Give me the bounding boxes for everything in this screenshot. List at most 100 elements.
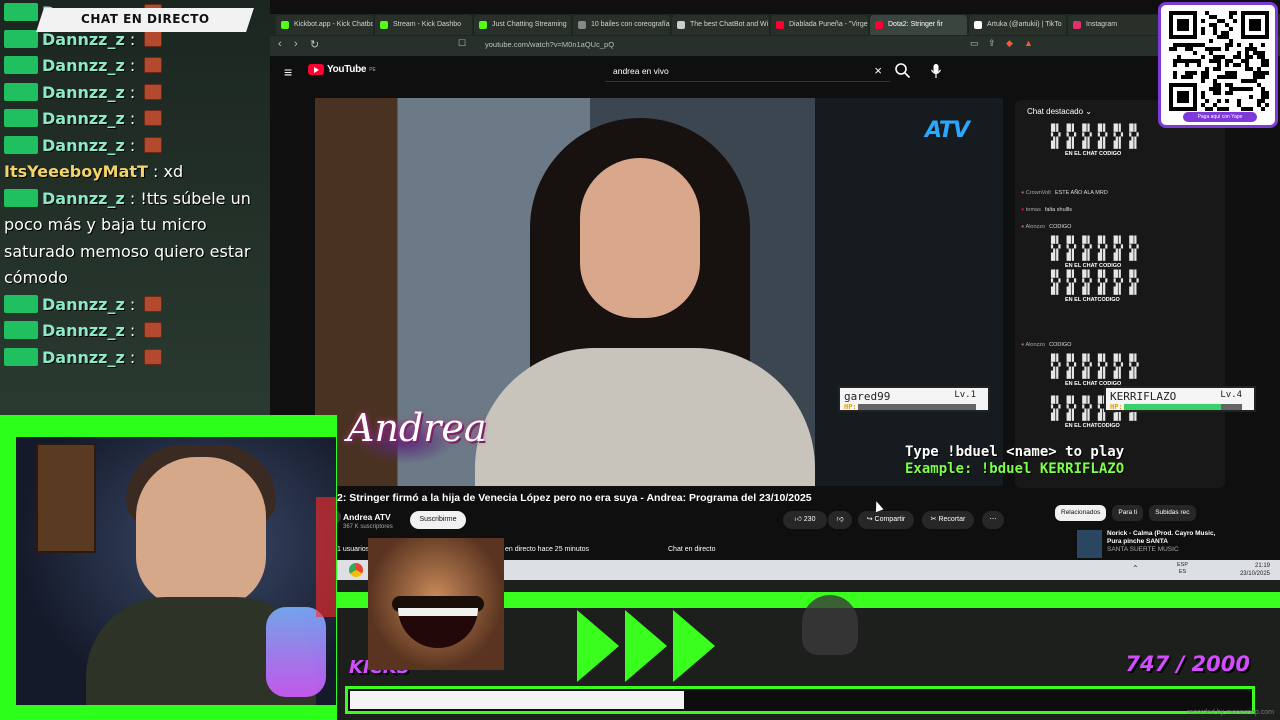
share-arrow-icon: ↪ bbox=[866, 516, 875, 523]
browser-tab[interactable]: The best ChatBot and Wi bbox=[672, 15, 769, 35]
qr-module bbox=[1233, 11, 1237, 15]
subscriber-badge-icon bbox=[4, 82, 38, 101]
chevron-decoration bbox=[577, 610, 715, 682]
emote-icon bbox=[144, 136, 163, 153]
browser-tab[interactable]: Artuka (@artukii) | TikTo bbox=[969, 15, 1066, 35]
extensions-icon[interactable]: ▭ bbox=[970, 38, 979, 49]
chevron-1 bbox=[577, 610, 619, 682]
qr-module bbox=[1225, 47, 1229, 51]
qr-module bbox=[1213, 55, 1217, 59]
search-input[interactable]: andrea en vivo bbox=[613, 66, 669, 76]
url-field[interactable]: youtube.com/watch?v=M0n1aQUc_pQ bbox=[485, 40, 614, 49]
video-player[interactable]: ATV Andrea bbox=[315, 98, 1003, 486]
qr-module bbox=[1245, 59, 1249, 63]
qr-module bbox=[1225, 99, 1229, 103]
browser-tab[interactable]: Stream - Kick Dashbo bbox=[375, 15, 472, 35]
yape-qr-code: Paga aquí con Yape bbox=[1158, 2, 1278, 128]
more-actions-button[interactable]: ⋯ bbox=[982, 511, 1004, 529]
browser-tab[interactable]: Instagram bbox=[1068, 15, 1165, 35]
qr-module bbox=[1237, 99, 1241, 103]
qr-module bbox=[1237, 63, 1241, 67]
presenter-body bbox=[475, 348, 815, 486]
reload-icon[interactable]: ↻ bbox=[310, 38, 319, 51]
microphone-icon[interactable] bbox=[930, 62, 942, 80]
live-chat-label[interactable]: Chat en directo bbox=[668, 546, 715, 553]
menu-icon[interactable]: ≡ bbox=[284, 64, 292, 80]
qr-module bbox=[1201, 79, 1205, 83]
recommended-thumbnail[interactable] bbox=[1077, 530, 1102, 558]
qr-module bbox=[1205, 75, 1209, 79]
recommendation-filters: Relacionados Para ti Subidas rec bbox=[1055, 505, 1196, 521]
clip-button[interactable]: ✂ Recortar bbox=[922, 511, 974, 529]
shield-icon[interactable]: ◆ bbox=[1006, 38, 1013, 49]
search-box[interactable]: andrea en vivo × bbox=[605, 60, 890, 82]
recommended-title[interactable]: Norick - Calma (Prod. Cayro Music, Pura … bbox=[1107, 530, 1227, 554]
language-indicator[interactable]: ESP ES bbox=[1177, 562, 1188, 576]
youtube-region: PE bbox=[369, 66, 376, 73]
chat-username: Dannzz_z bbox=[42, 29, 125, 49]
browser-tab[interactable]: Dota2: Stringer fir bbox=[870, 15, 967, 35]
browser-tab[interactable]: Kickbot.app - Kick Chatbot bbox=[276, 15, 373, 35]
qr-module bbox=[1217, 63, 1221, 67]
browser-tab[interactable]: Just Chatting Streaming bbox=[474, 15, 571, 35]
clip-label: Recortar bbox=[938, 516, 966, 523]
qr-module bbox=[1221, 31, 1225, 35]
qr-module bbox=[1229, 71, 1233, 75]
qr-module bbox=[1261, 59, 1265, 63]
clock[interactable]: 21:19 23/10/2025 bbox=[1240, 562, 1270, 578]
like-button[interactable]: 👍︎ 230 bbox=[783, 511, 827, 529]
tray-chevron-icon[interactable]: ⌃ bbox=[1132, 564, 1139, 573]
qr-module bbox=[1217, 75, 1221, 79]
emote-icon bbox=[144, 322, 163, 338]
emote-icon bbox=[144, 110, 163, 126]
search-icon[interactable] bbox=[894, 62, 912, 80]
qr-module bbox=[1261, 87, 1265, 91]
browser-tab[interactable]: Diablada Puneña - "Virge bbox=[771, 15, 868, 35]
qr-module bbox=[1213, 15, 1217, 19]
qr-module bbox=[1193, 43, 1197, 47]
filter-chip[interactable]: Relacionados bbox=[1055, 505, 1107, 521]
emote-icon bbox=[144, 30, 163, 47]
browser-tab-label: Artuka (@artukii) | TikTo bbox=[987, 21, 1062, 28]
qr-module bbox=[1261, 55, 1265, 59]
qr-module bbox=[1233, 75, 1237, 79]
live-chat-panel[interactable]: Chat destacado ⌄ █▌ █▌ █▌ █▌ █▌ █▌ ▚▞ ▚▞… bbox=[1015, 100, 1225, 488]
qr-module bbox=[1257, 55, 1261, 59]
language-code: ESP bbox=[1177, 562, 1189, 568]
qr-module bbox=[1201, 31, 1205, 35]
warning-icon[interactable]: ▲ bbox=[1024, 38, 1033, 48]
filter-chip[interactable]: Subidas rec bbox=[1149, 505, 1196, 521]
chrome-icon[interactable] bbox=[349, 563, 363, 577]
qr-module bbox=[1225, 71, 1229, 75]
ascii-art-message: █▌ █▌ █▌ █▌ █▌ █▌ ▚▞ ▚▞ ▚▞ ▚▞ ▚▞ ▚▞ █▌ █… bbox=[1051, 354, 1140, 379]
browser-tab-label: Dota2: Stringer fir bbox=[888, 21, 943, 28]
browser-tab-label: Kickbot.app - Kick Chatbot bbox=[294, 21, 373, 28]
youtube-logo[interactable]: YouTube PE bbox=[308, 64, 376, 75]
recommended-video[interactable]: Norick - Calma (Prod. Cayro Music, Pura … bbox=[1015, 528, 1275, 564]
close-icon[interactable]: × bbox=[874, 63, 882, 78]
show-logo: Andrea bbox=[347, 406, 487, 450]
subscriber-badge-icon bbox=[4, 29, 38, 48]
qr-module bbox=[1173, 75, 1177, 79]
share-icon[interactable]: ⇪ bbox=[988, 38, 996, 49]
chat-username: Dannzz_z bbox=[42, 56, 125, 75]
qr-module bbox=[1245, 79, 1249, 83]
share-button[interactable]: ↪ Compartir bbox=[858, 511, 914, 529]
qr-module bbox=[1233, 87, 1237, 91]
watermark: recorded by monosnap.com bbox=[1187, 709, 1274, 716]
qr-module bbox=[1177, 55, 1181, 59]
dislike-button[interactable]: 👎︎ bbox=[828, 511, 852, 529]
forward-icon[interactable]: › bbox=[294, 38, 298, 50]
browser-tab[interactable]: 10 bailes con coreografía bbox=[573, 15, 670, 35]
chat-mode-dropdown[interactable]: Chat destacado ⌄ bbox=[1027, 107, 1092, 116]
right-column: Chat destacado ⌄ █▌ █▌ █▌ █▌ █▌ █▌ ▚▞ ▚▞… bbox=[1015, 100, 1277, 580]
filter-chip[interactable]: Para ti bbox=[1112, 505, 1144, 521]
qr-module bbox=[1209, 59, 1213, 63]
browser-window: Kickbot.app - Kick Chatbot Stream - Kick … bbox=[270, 0, 1280, 580]
channel-name[interactable]: Andrea ATV bbox=[343, 512, 391, 522]
more-icon: ⋯ bbox=[989, 516, 997, 523]
back-icon[interactable]: ‹ bbox=[278, 38, 282, 50]
subscribe-button[interactable]: Suscribirme bbox=[410, 511, 466, 529]
qr-module bbox=[1221, 19, 1225, 23]
bookmark-icon[interactable]: ☐ bbox=[458, 38, 466, 49]
